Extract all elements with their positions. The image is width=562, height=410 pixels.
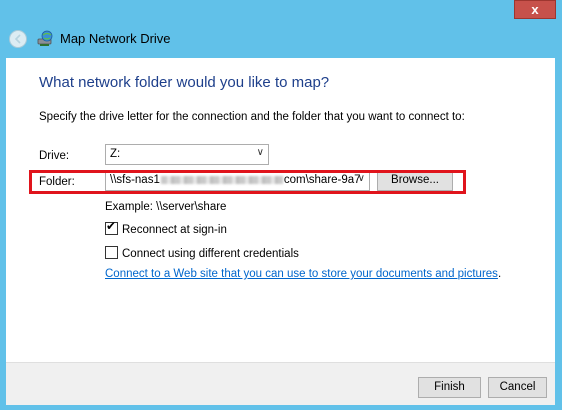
reconnect-label: Reconnect at sign-in (122, 224, 227, 236)
map-network-drive-window: x Map Network Drive What network folder … (0, 0, 562, 410)
folder-highlight-box (29, 170, 466, 194)
window-title: Map Network Drive (60, 31, 171, 46)
checkmark-icon: ✔ (106, 219, 117, 233)
chevron-down-icon: ∨ (256, 147, 264, 158)
content-panel: What network folder would you like to ma… (6, 58, 555, 362)
dialog-footer: Finish Cancel (6, 362, 555, 405)
page-heading: What network folder would you like to ma… (39, 74, 330, 91)
different-credentials-checkbox[interactable]: Connect using different credentials (105, 246, 299, 260)
different-credentials-label: Connect using different credentials (122, 248, 299, 260)
link-period: . (497, 268, 502, 280)
web-site-link[interactable]: Connect to a Web site that you can use t… (105, 268, 501, 280)
drive-value: Z: (110, 148, 121, 160)
window-header: Map Network Drive (0, 20, 562, 58)
back-button[interactable] (9, 30, 27, 48)
cancel-button[interactable]: Cancel (488, 377, 547, 398)
close-button[interactable]: x (514, 0, 556, 19)
web-site-link-text[interactable]: Connect to a Web site that you can use t… (105, 268, 498, 280)
instruction-text: Specify the drive letter for the connect… (39, 111, 465, 123)
network-drive-icon (37, 30, 53, 46)
checkbox-checked[interactable]: ✔ (105, 219, 118, 235)
reconnect-checkbox[interactable]: ✔ Reconnect at sign-in (105, 219, 227, 236)
example-text: Example: \\server\share (105, 201, 227, 213)
drive-label: Drive: (39, 150, 70, 162)
checkbox-unchecked[interactable] (105, 246, 118, 259)
finish-button[interactable]: Finish (418, 377, 481, 398)
back-arrow-icon (14, 34, 21, 44)
drive-select[interactable]: Z: ∨ (105, 144, 269, 165)
